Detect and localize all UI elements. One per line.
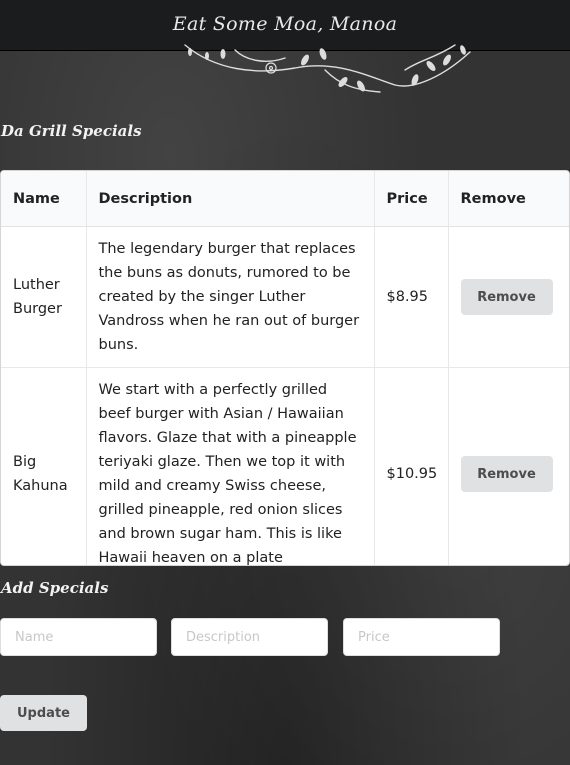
column-header-remove: Remove [448,171,569,227]
special-description: The legendary burger that replaces the b… [86,226,375,368]
special-name: Luther Burger [1,226,87,368]
special-description: We start with a perfectly grilled beef b… [86,367,375,565]
remove-button[interactable]: Remove [460,456,553,492]
add-specials-title: Add Specials [1,579,109,597]
special-price: $10.95 [374,367,449,565]
column-header-name: Name [1,171,87,227]
update-button[interactable]: Update [0,695,87,731]
column-header-price: Price [374,171,449,227]
description-input[interactable] [171,618,328,656]
remove-button[interactable]: Remove [460,279,553,315]
price-input[interactable] [343,618,500,656]
column-header-description: Description [86,171,375,227]
floral-vine-icon [184,44,471,93]
table-row: Luther Burger The legendary burger that … [1,226,569,368]
name-input[interactable] [0,618,157,656]
special-price: $8.95 [374,226,449,368]
specials-title: Da Grill Specials [1,122,142,140]
specials-table: Name Description Price Remove Luther Bur… [0,170,570,566]
table-row: Big Kahuna We start with a perfectly gri… [1,367,569,565]
table-header-row: Name Description Price Remove [1,171,569,227]
brand-title[interactable]: Eat Some Moa, Manoa [0,13,570,35]
special-name: Big Kahuna [1,367,87,565]
